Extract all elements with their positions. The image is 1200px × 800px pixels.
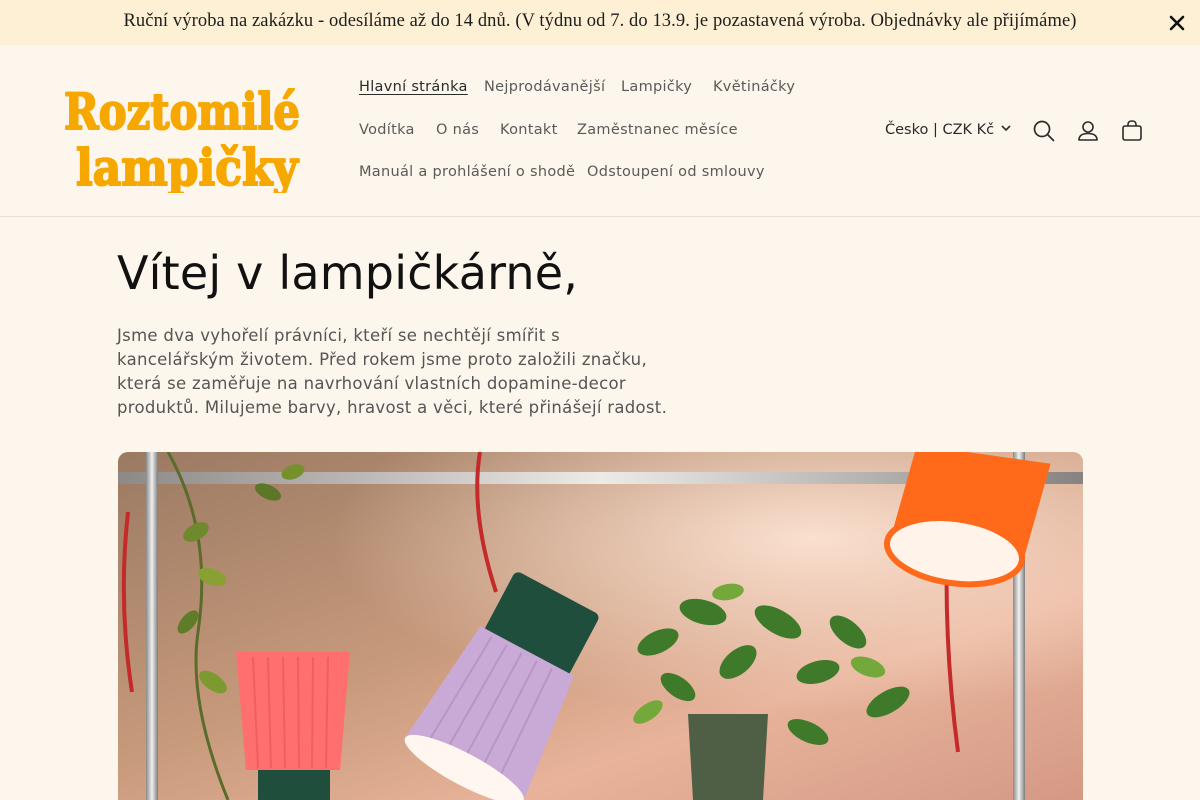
site-header: Roztomilé lampičky Hlavní stránka Nejpro… bbox=[0, 45, 1200, 217]
nav-item-contact[interactable]: Kontakt bbox=[500, 122, 558, 138]
nav-item-leashes[interactable]: Vodítka bbox=[359, 122, 415, 138]
logo[interactable]: Roztomilé lampičky bbox=[62, 75, 310, 198]
nav-item-manual[interactable]: Manuál a prohlášení o shodě bbox=[359, 164, 575, 180]
nav-item-bestsellers[interactable]: Nejprodávanější bbox=[484, 79, 605, 95]
nav-item-lamps[interactable]: Lampičky bbox=[621, 79, 692, 95]
hero-image bbox=[118, 452, 1083, 800]
nav-item-about[interactable]: O nás bbox=[436, 122, 479, 138]
nav-item-employee-of-month[interactable]: Zaměstnanec měsíce bbox=[577, 122, 738, 138]
logo-line2: lampičky bbox=[76, 138, 300, 193]
account-icon[interactable] bbox=[1075, 118, 1101, 144]
nav-item-home[interactable]: Hlavní stránka bbox=[359, 79, 468, 95]
nav-item-pots[interactable]: Květináčky bbox=[713, 79, 795, 95]
search-icon[interactable] bbox=[1031, 118, 1057, 144]
intro-text: Jsme dva vyhořelí právníci, kteří se nec… bbox=[117, 326, 668, 417]
country-selector[interactable]: Česko | CZK Kč bbox=[885, 122, 1012, 138]
close-icon[interactable] bbox=[1166, 12, 1188, 34]
logo-line1: Roztomilé bbox=[64, 82, 300, 141]
nav-item-withdrawal[interactable]: Odstoupení od smlouvy bbox=[587, 164, 765, 180]
country-selector-label: Česko | CZK Kč bbox=[885, 122, 995, 138]
cart-icon[interactable] bbox=[1119, 118, 1145, 144]
announcement-bar: Ruční výroba na zakázku - odesíláme až d… bbox=[0, 0, 1200, 45]
page-title: Vítej v lampičkárně, bbox=[117, 246, 579, 300]
announcement-text: Ruční výroba na zakázku - odesíláme až d… bbox=[123, 11, 1077, 31]
chevron-down-icon bbox=[1000, 122, 1012, 138]
